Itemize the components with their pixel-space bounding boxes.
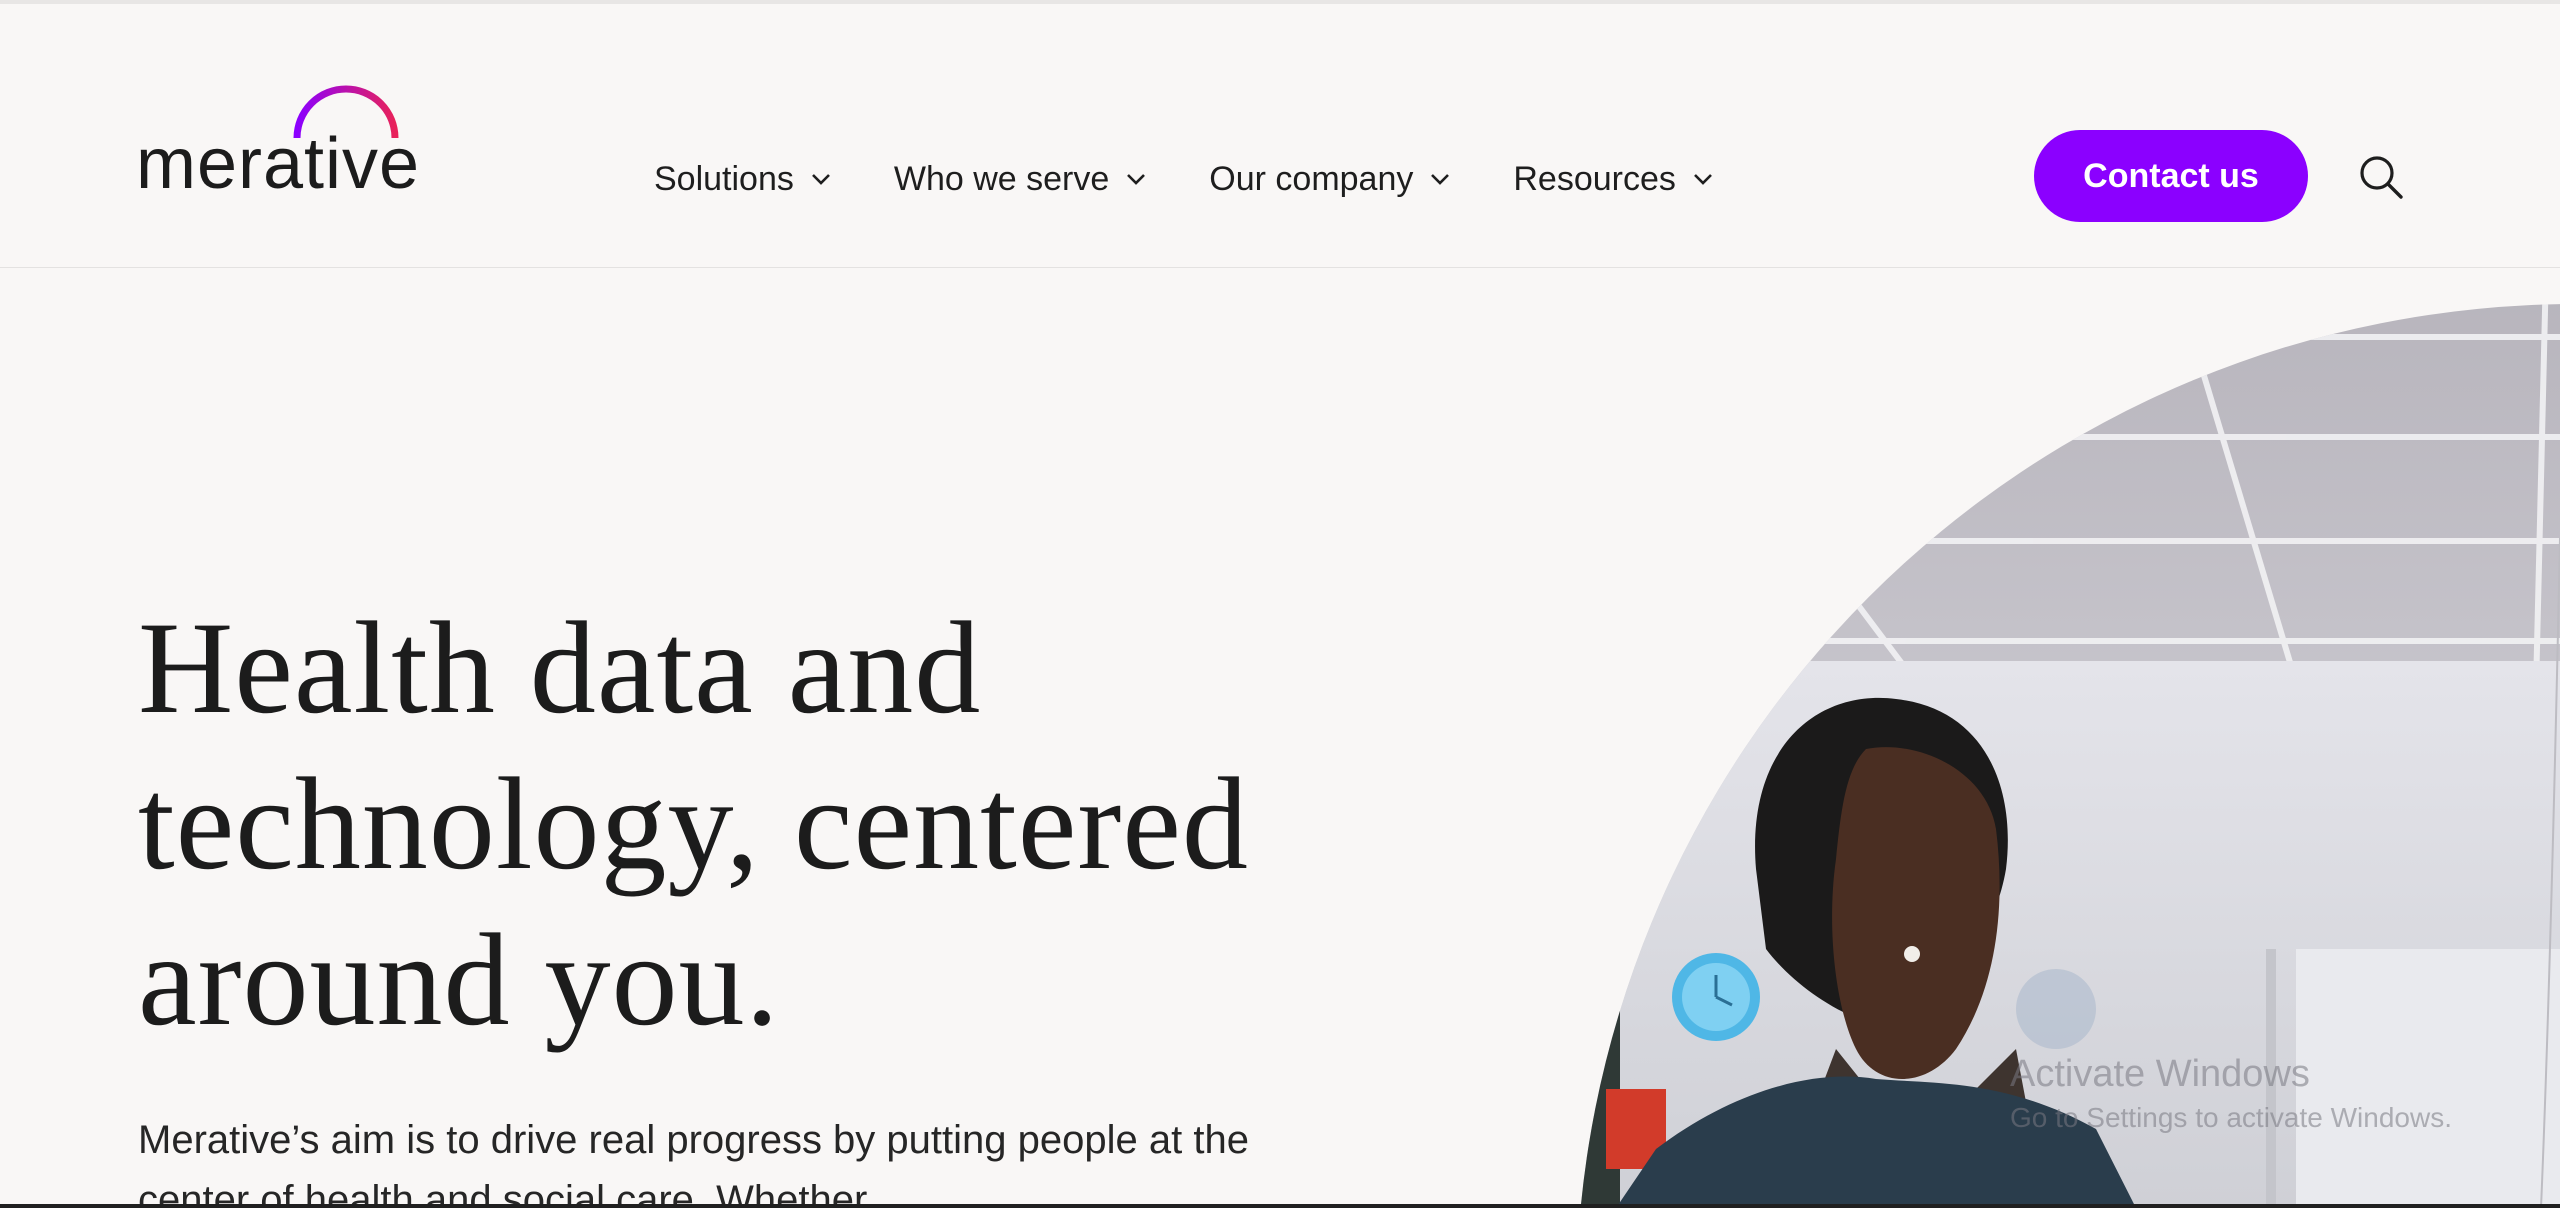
nav-item-who-we-serve[interactable]: Who we serve [894, 160, 1149, 199]
chevron-down-icon [1127, 174, 1146, 185]
watermark-subtitle: Go to Settings to activate Windows. [2010, 1102, 2452, 1133]
nav-item-label: Our company [1209, 159, 1414, 198]
bottom-border [0, 1204, 2560, 1208]
hero-headline: Health data and technology, centered aro… [138, 590, 1438, 1058]
headline-line: technology, centered [138, 750, 1249, 897]
activate-windows-watermark: Activate Windows Go to Settings to activ… [2010, 1050, 2452, 1138]
nav-item-label: Solutions [654, 159, 794, 198]
merative-logo[interactable]: merative [136, 82, 466, 208]
nav-item-label: Resources [1513, 159, 1676, 198]
nav-item-resources[interactable]: Resources [1513, 160, 1716, 199]
search-icon [2360, 156, 2403, 199]
site-header: merative Solutions Who we serve Our comp… [0, 4, 2560, 268]
chevron-down-icon [811, 174, 830, 185]
contact-us-button[interactable]: Contact us [2034, 130, 2308, 222]
chevron-down-icon [1431, 174, 1450, 185]
hero-lead-text: Merative’s aim is to drive real progress… [138, 1118, 1249, 1208]
nav-item-label: Who we serve [893, 159, 1110, 198]
search-button[interactable] [2358, 154, 2404, 200]
headline-line: Health data and [138, 594, 982, 741]
watermark-title: Activate Windows [2010, 1053, 2310, 1095]
headline-line: around you. [138, 906, 780, 1053]
chevron-down-icon [1693, 174, 1712, 185]
main-nav: Solutions Who we serve Our company Resou… [654, 152, 1776, 206]
logo-wordmark: merative [136, 124, 421, 204]
nav-item-our-company[interactable]: Our company [1209, 160, 1453, 199]
nav-item-solutions[interactable]: Solutions [654, 160, 834, 199]
